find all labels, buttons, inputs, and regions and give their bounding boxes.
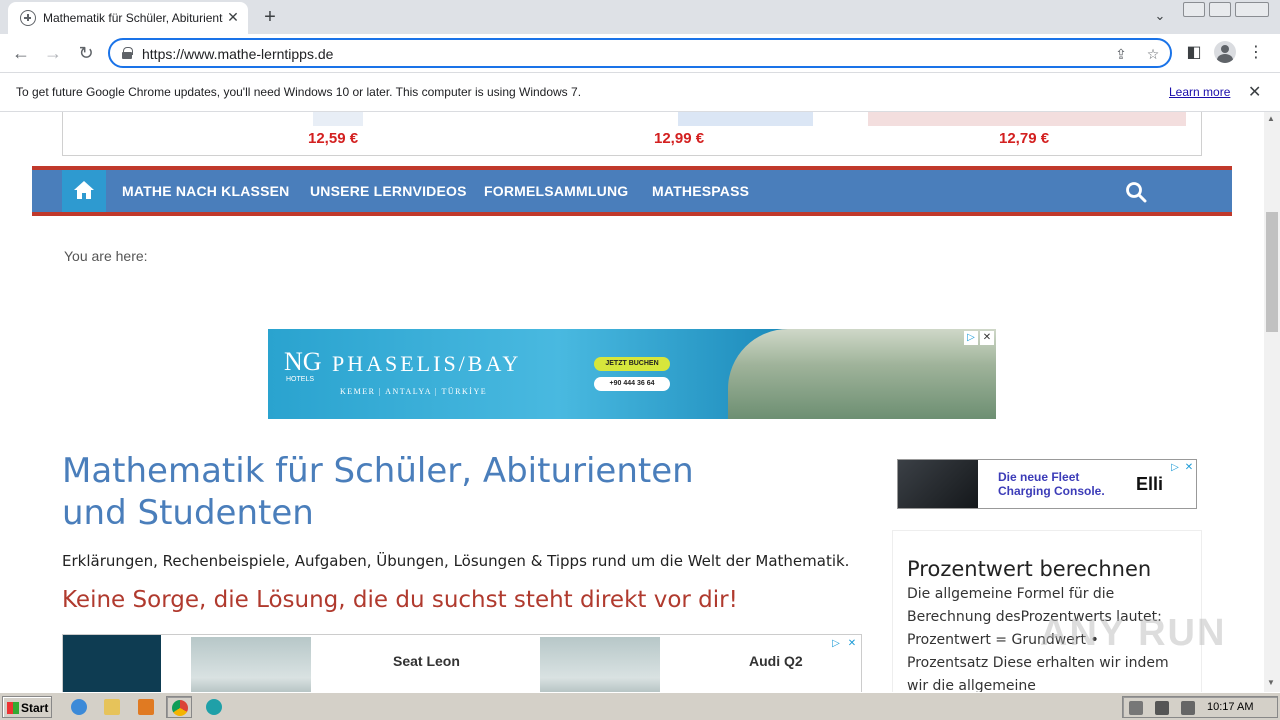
car-image[interactable] <box>191 637 311 692</box>
tab-title: Mathematik für Schüler, Abiturienten <box>43 11 223 25</box>
ad-close-icon[interactable]: ✕ <box>980 331 994 345</box>
anyrun-watermark: ANY RUN <box>1040 612 1227 654</box>
ad-card-image <box>898 460 978 508</box>
breadcrumb: You are here: <box>64 248 148 264</box>
volume-icon[interactable] <box>1129 701 1143 715</box>
taskbar-edge[interactable] <box>201 696 227 718</box>
url-text[interactable]: https://www.mathe-lerntipps.de <box>142 46 333 62</box>
clock[interactable]: 10:17 AM <box>1207 701 1253 713</box>
taskbar-explorer[interactable] <box>99 696 125 718</box>
vertical-scrollbar[interactable]: ▲ ▼ <box>1264 112 1280 692</box>
address-bar[interactable]: https://www.mathe-lerntipps.de ⇪ ☆ <box>108 38 1172 68</box>
ad-dark-panel <box>63 635 161 692</box>
ad-resort-image <box>728 329 996 419</box>
ad-phone-button[interactable]: +90 444 36 64 <box>594 377 670 391</box>
folder-icon <box>104 699 120 715</box>
nav-mathespass[interactable]: MATHESPASS <box>652 183 749 199</box>
browser-tab[interactable]: Mathematik für Schüler, Abiturienten ✕ <box>8 2 248 34</box>
ad-headline: Charging Console. <box>998 484 1105 498</box>
scroll-thumb[interactable] <box>1266 212 1278 332</box>
product-image[interactable] <box>313 112 363 126</box>
tab-favicon-icon <box>20 10 36 26</box>
start-label: Start <box>21 701 49 715</box>
phaselis-bay-ad[interactable]: NG HOTELS PHASELIS/BAY KEMER | ANTALYA |… <box>268 329 996 419</box>
reload-button[interactable]: ↻ <box>73 40 99 66</box>
elli-ad-banner[interactable]: Die neue Fleet Charging Console. Elli ▷ … <box>897 459 1197 509</box>
product-ad-banner[interactable]: 12,59 € 12,99 € 12,79 € <box>62 112 1202 156</box>
learn-more-link[interactable]: Learn more <box>1169 85 1230 99</box>
media-player-icon <box>138 699 154 715</box>
nav-mathe-nach-klassen[interactable]: MATHE NACH KLASSEN <box>122 183 289 199</box>
search-icon[interactable] <box>1124 180 1148 204</box>
back-button[interactable]: ← <box>8 40 34 66</box>
home-icon <box>74 181 94 199</box>
tab-strip: Mathematik für Schüler, Abiturienten ✕ +… <box>0 0 1280 34</box>
main-navigation: MATHE NACH KLASSEN UNSERE LERNVIDEOS FOR… <box>32 166 1232 216</box>
nav-formelsammlung[interactable]: FORMELSAMMLUNG <box>484 183 628 199</box>
intro-text: Erklärungen, Rechenbeispiele, Aufgaben, … <box>62 552 850 570</box>
scroll-up-icon[interactable]: ▲ <box>1267 114 1275 123</box>
home-button[interactable] <box>62 170 106 212</box>
web-page: 12,59 € 12,99 € 12,79 € MATHE NACH KLASS… <box>0 112 1264 692</box>
bookmark-star-icon[interactable]: ☆ <box>1144 45 1162 63</box>
restore-button[interactable] <box>1209 2 1231 17</box>
car-label[interactable]: Seat Leon <box>393 653 460 669</box>
nav-unsere-lernvideos[interactable]: UNSERE LERNVIDEOS <box>310 183 467 199</box>
edge-icon <box>206 699 222 715</box>
side-panel-icon[interactable]: ◧ <box>1183 42 1205 64</box>
scroll-down-icon[interactable]: ▼ <box>1267 678 1275 687</box>
ad-logo-subtitle: HOTELS <box>286 376 315 383</box>
product-price[interactable]: 12,79 € <box>999 130 1049 147</box>
widget-title[interactable]: Prozentwert berechnen <box>907 557 1151 581</box>
taskbar-chrome[interactable] <box>166 696 192 718</box>
sidebar-widget: Prozentwert berechnen Die allgemeine For… <box>892 530 1202 692</box>
adchoices-icon[interactable]: ▷ <box>829 637 843 651</box>
windows-logo-icon <box>7 702 19 714</box>
tab-search-chevron-icon[interactable]: ⌄ <box>1150 8 1170 26</box>
ad-headline: Die neue Fleet <box>998 470 1080 484</box>
windows-taskbar: Start 10:17 AM <box>0 692 1280 720</box>
ad-close-icon[interactable]: ✕ <box>1182 461 1196 475</box>
ad-brand: PHASELIS/BAY <box>332 351 522 376</box>
product-image[interactable] <box>868 112 1186 126</box>
flag-icon[interactable] <box>1181 701 1195 715</box>
tab-close-icon[interactable]: ✕ <box>224 8 242 26</box>
new-tab-button[interactable]: + <box>259 6 281 28</box>
system-tray: 10:17 AM <box>1122 696 1278 718</box>
ad-logo: Elli <box>1136 474 1164 494</box>
minimize-button[interactable] <box>1183 2 1205 17</box>
infobar-close-icon[interactable]: ✕ <box>1248 82 1261 102</box>
browser-toolbar: ← → ↻ https://www.mathe-lerntipps.de ⇪ ☆… <box>0 34 1280 72</box>
window-close-button[interactable] <box>1235 2 1269 17</box>
car-ad-banner[interactable]: Seat Leon Audi Q2 ▷ ✕ <box>62 634 862 692</box>
lock-icon[interactable] <box>122 47 133 59</box>
chrome-icon <box>172 700 188 716</box>
taskbar-media-player[interactable] <box>133 696 159 718</box>
taskbar-ie[interactable] <box>66 696 92 718</box>
product-price[interactable]: 12,59 € <box>308 130 358 147</box>
ie-icon <box>71 699 87 715</box>
forward-button[interactable]: → <box>40 40 66 66</box>
ad-book-button[interactable]: JETZT BUCHEN <box>594 357 670 371</box>
infobar-message: To get future Google Chrome updates, you… <box>16 85 582 99</box>
share-icon[interactable]: ⇪ <box>1112 45 1130 63</box>
profile-avatar[interactable] <box>1214 41 1236 63</box>
car-image[interactable] <box>540 637 660 692</box>
slogan-text: Keine Sorge, die Lösung, die du suchst s… <box>62 587 738 613</box>
car-label[interactable]: Audi Q2 <box>749 653 803 669</box>
update-infobar: To get future Google Chrome updates, you… <box>0 72 1280 112</box>
ad-logo: NG <box>284 347 322 376</box>
product-price[interactable]: 12,99 € <box>654 130 704 147</box>
product-image[interactable] <box>678 112 813 126</box>
ad-location: KEMER | ANTALYA | TÜRKİYE <box>340 387 488 396</box>
page-title: Mathematik für Schüler, Abiturienten und… <box>62 451 694 533</box>
network-icon[interactable] <box>1155 701 1169 715</box>
start-button[interactable]: Start <box>2 696 52 718</box>
menu-kebab-icon[interactable]: ⋮ <box>1245 42 1267 64</box>
adchoices-icon[interactable]: ▷ <box>964 331 978 345</box>
ad-close-icon[interactable]: ✕ <box>845 637 859 651</box>
adchoices-icon[interactable]: ▷ <box>1168 461 1182 475</box>
